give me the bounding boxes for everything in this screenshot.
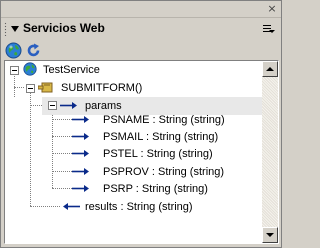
- web-service-globe-icon[interactable]: [5, 42, 22, 59]
- web-services-panel: × Servicios Web TestService SUBMITFORM()…: [0, 0, 282, 248]
- arrow-right-icon: [72, 132, 90, 141]
- arrow-down-icon: [266, 233, 274, 237]
- tree-connector: [30, 93, 32, 206]
- scroll-down-button[interactable]: [262, 227, 278, 243]
- arrow-up-icon: [266, 67, 274, 71]
- panel-options-menu-icon[interactable]: [263, 23, 275, 35]
- panel-toolbar: [1, 40, 281, 60]
- tree-connector: [52, 136, 72, 138]
- collapse-toggle[interactable]: [48, 101, 57, 110]
- panel-titlebar[interactable]: Servicios Web: [1, 18, 281, 39]
- method-block-icon: [37, 82, 54, 94]
- scroll-up-button[interactable]: [262, 61, 278, 77]
- tree-item-method[interactable]: SUBMITFORM(): [61, 79, 142, 97]
- panel-top-strip: ×: [1, 1, 281, 18]
- tree: TestService SUBMITFORM() params PSNAME:…: [5, 61, 263, 243]
- collapse-toggle[interactable]: [10, 66, 19, 75]
- collapse-toggle[interactable]: [26, 84, 35, 93]
- tree-connector: [52, 188, 72, 190]
- tree-item-param[interactable]: PSRP : String (string): [103, 180, 208, 198]
- arrow-right-icon: [72, 184, 90, 193]
- tree-item-results[interactable]: results : String (string): [85, 198, 193, 216]
- tree-connector: [14, 74, 16, 97]
- panel-title: Servicios Web: [23, 21, 105, 35]
- tree-item-param[interactable]: PSTEL : String (string): [103, 145, 213, 163]
- arrow-left-icon: [62, 202, 80, 211]
- triangle-down-icon[interactable]: [11, 26, 19, 32]
- tree-connector: [30, 206, 60, 208]
- tree-connector: [52, 153, 72, 155]
- arrow-right-icon: [60, 101, 78, 110]
- globe-icon: [23, 62, 37, 76]
- arrow-right-icon: [72, 115, 90, 124]
- tree-connector: [52, 171, 72, 173]
- tree-item-param[interactable]: PSMAIL : String (string): [103, 128, 218, 146]
- tree-connector: [14, 87, 24, 89]
- vertical-scrollbar[interactable]: [262, 61, 278, 243]
- service-tree-view[interactable]: TestService SUBMITFORM() params PSNAME:…: [4, 60, 279, 244]
- tree-item-param[interactable]: PSNAME : String (string): [103, 111, 225, 129]
- close-button[interactable]: ×: [266, 3, 278, 15]
- drag-grip-icon[interactable]: [4, 22, 7, 36]
- tree-item-param[interactable]: PSPROV : String (string): [103, 163, 224, 181]
- tree-item-service[interactable]: TestService: [43, 61, 100, 79]
- arrow-right-icon: [72, 149, 90, 158]
- arrow-right-icon: [72, 167, 90, 176]
- tree-connector: [52, 119, 72, 121]
- refresh-icon[interactable]: [25, 42, 42, 59]
- tree-connector: [52, 110, 54, 188]
